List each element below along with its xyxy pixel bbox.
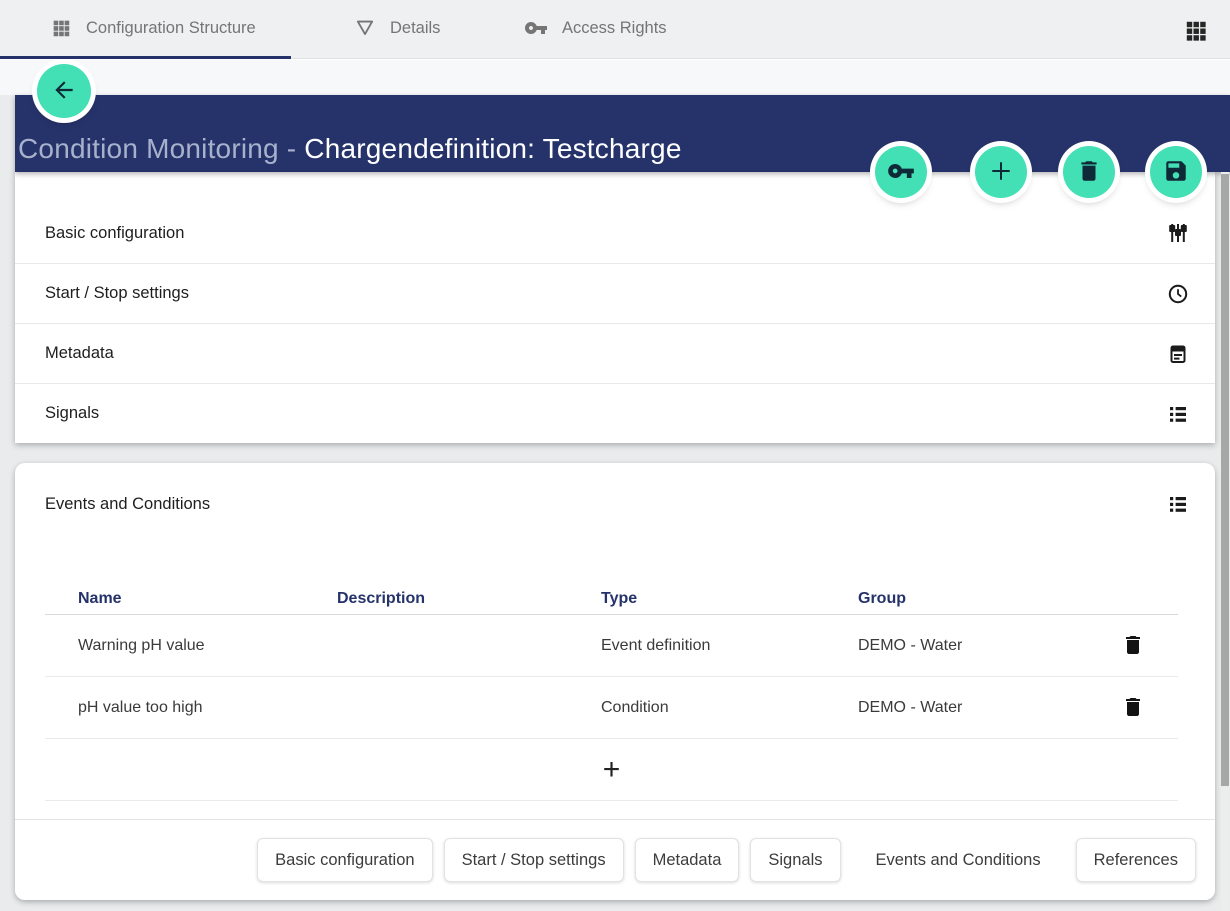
column-header-type: Type — [601, 590, 858, 608]
tab-details[interactable]: Details — [354, 0, 440, 56]
plus-icon: + — [603, 753, 621, 787]
trash-icon — [1121, 645, 1145, 660]
active-tab-underline — [0, 56, 291, 59]
plus-icon — [986, 156, 1016, 189]
key-icon — [524, 16, 548, 40]
top-tab-bar: Configuration Structure Details Access R… — [0, 0, 1230, 59]
delete-button[interactable] — [1063, 146, 1115, 198]
nav-button-metadata[interactable]: Metadata — [635, 838, 740, 882]
section-signals[interactable]: Signals — [15, 383, 1215, 443]
table-row[interactable]: Warning pH value Event definition DEMO -… — [45, 615, 1178, 677]
app-window: Configuration Structure Details Access R… — [0, 0, 1230, 911]
table-header-row: Name Description Type Group — [45, 590, 1178, 615]
events-table: Name Description Type Group Warning pH v… — [45, 590, 1178, 801]
calendar-icon — [1166, 342, 1190, 366]
clock-icon — [1166, 282, 1190, 306]
arrow-left-icon — [51, 77, 77, 106]
save-icon — [1163, 158, 1189, 187]
access-key-button[interactable] — [875, 146, 927, 198]
list-icon — [1166, 492, 1190, 516]
header-gap-band — [0, 60, 1230, 95]
events-and-conditions-card: Events and Conditions Name Description T… — [15, 463, 1215, 900]
configuration-sections-card: Basic configuration Start / Stop setting… — [15, 172, 1215, 443]
scrollbar-thumb[interactable] — [1221, 174, 1229, 786]
section-label: Start / Stop settings — [45, 284, 189, 303]
section-events-and-conditions[interactable]: Events and Conditions — [15, 463, 1215, 516]
page-title: Condition Monitoring - Chargendefinition… — [18, 133, 682, 165]
key-icon — [887, 157, 915, 188]
section-start-stop-settings[interactable]: Start / Stop settings — [15, 263, 1215, 323]
tab-configuration-structure[interactable]: Configuration Structure — [50, 0, 256, 56]
delete-row-button[interactable] — [1120, 695, 1146, 721]
column-header-description: Description — [337, 590, 601, 608]
trash-icon — [1121, 707, 1145, 722]
tab-label: Configuration Structure — [86, 19, 256, 38]
section-label: Events and Conditions — [45, 495, 210, 514]
cell-name: Warning pH value — [78, 637, 337, 655]
add-row-button[interactable]: + — [45, 739, 1178, 801]
cell-type: Event definition — [601, 637, 858, 655]
section-metadata[interactable]: Metadata — [15, 323, 1215, 383]
nav-button-start-stop-settings[interactable]: Start / Stop settings — [444, 838, 624, 882]
tab-label: Access Rights — [562, 19, 667, 38]
tab-access-rights[interactable]: Access Rights — [524, 0, 667, 56]
nav-button-references[interactable]: References — [1076, 838, 1196, 882]
column-header-name: Name — [78, 590, 337, 608]
nav-button-events-and-conditions[interactable]: Events and Conditions — [852, 838, 1065, 882]
apps-grid-icon[interactable] — [1183, 17, 1210, 44]
cell-name: pH value too high — [78, 699, 337, 717]
cell-type: Condition — [601, 699, 858, 717]
save-button[interactable] — [1150, 146, 1202, 198]
grid-icon — [50, 17, 72, 39]
section-label: Metadata — [45, 344, 114, 363]
sliders-icon — [1166, 221, 1190, 245]
list-icon — [1166, 402, 1190, 426]
back-button[interactable] — [37, 64, 91, 118]
page-title-main: Chargendefinition: Testcharge — [304, 133, 681, 164]
section-nav-bar: Basic configuration Start / Stop setting… — [15, 819, 1215, 900]
funnel-icon — [354, 17, 376, 39]
delete-row-button[interactable] — [1120, 633, 1146, 659]
trash-icon — [1076, 158, 1102, 187]
section-basic-configuration[interactable]: Basic configuration — [15, 203, 1215, 263]
cell-group: DEMO - Water — [858, 699, 1087, 717]
section-label: Signals — [45, 404, 99, 423]
cell-group: DEMO - Water — [858, 637, 1087, 655]
tab-label: Details — [390, 19, 440, 38]
page-title-prefix: Condition Monitoring - — [18, 133, 304, 164]
add-button[interactable] — [975, 146, 1027, 198]
column-header-group: Group — [858, 590, 1087, 608]
nav-button-signals[interactable]: Signals — [750, 838, 840, 882]
table-row[interactable]: pH value too high Condition DEMO - Water — [45, 677, 1178, 739]
section-label: Basic configuration — [45, 224, 184, 243]
nav-button-basic-configuration[interactable]: Basic configuration — [257, 838, 432, 882]
